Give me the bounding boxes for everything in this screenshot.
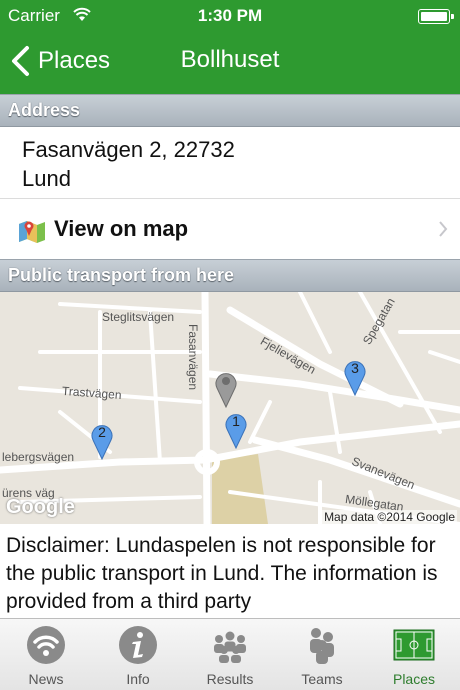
group-icon bbox=[214, 631, 246, 663]
section-header-address: Address bbox=[0, 94, 460, 127]
battery-icon bbox=[418, 9, 454, 24]
section-header-label: Public transport from here bbox=[8, 265, 235, 285]
chevron-right-icon bbox=[439, 221, 448, 237]
transit-stop-pin-1[interactable]: 1 bbox=[223, 409, 249, 450]
tab-teams[interactable]: Teams bbox=[276, 619, 368, 690]
top-bar: Carrier 1:30 PM Places Bollhuset bbox=[0, 0, 460, 94]
pin-number: 1 bbox=[232, 413, 240, 429]
transit-stop-pin-3[interactable]: 3 bbox=[342, 356, 368, 397]
tab-info[interactable]: Info bbox=[92, 619, 184, 690]
team-icon bbox=[310, 628, 334, 664]
tab-bar: News Info Results Teams Places bbox=[0, 618, 460, 690]
street-label: lebergsvägen bbox=[2, 450, 75, 464]
chevron-left-icon bbox=[12, 46, 29, 76]
navigation-bar: Places Bollhuset bbox=[0, 32, 460, 94]
back-button-label: Places bbox=[38, 47, 111, 74]
map-attribution[interactable]: Map data ©2014 Google bbox=[322, 510, 457, 524]
clock: 1:30 PM bbox=[197, 6, 263, 25]
status-bar: Carrier 1:30 PM bbox=[0, 0, 460, 32]
tab-places[interactable]: Places bbox=[368, 619, 460, 690]
street-label: Fasanvägen bbox=[186, 324, 200, 391]
pin-number: 3 bbox=[351, 360, 359, 376]
section-header-label: Address bbox=[8, 100, 81, 120]
tab-label: Info bbox=[126, 671, 150, 687]
info-icon bbox=[119, 626, 157, 664]
field-icon bbox=[393, 629, 435, 661]
tab-label: Teams bbox=[301, 671, 343, 687]
tab-results[interactable]: Results bbox=[184, 619, 276, 690]
map-streets bbox=[0, 292, 460, 524]
tab-label: Results bbox=[206, 671, 254, 687]
view-on-map-label: View on map bbox=[54, 216, 189, 241]
location-pin-icon[interactable] bbox=[213, 368, 239, 408]
address-cell: Fasanvägen 2, 22732 Lund bbox=[0, 127, 460, 199]
address-line-2: Lund bbox=[22, 166, 71, 191]
map-icon bbox=[19, 221, 45, 243]
tab-label: News bbox=[28, 671, 64, 687]
transport-map[interactable]: Steglitsvägen Fasanvägen Fjelievägen Tra… bbox=[0, 292, 460, 524]
wifi-broadcast-icon bbox=[27, 626, 65, 664]
view-on-map-button[interactable]: View on map bbox=[0, 200, 460, 259]
pin-number: 2 bbox=[98, 424, 106, 440]
address-line-1: Fasanvägen 2, 22732 bbox=[22, 137, 235, 162]
back-button[interactable]: Places bbox=[10, 44, 110, 78]
tab-news[interactable]: News bbox=[0, 619, 92, 690]
street-label: Steglitsvägen bbox=[102, 310, 175, 324]
transit-stop-pin-2[interactable]: 2 bbox=[89, 420, 115, 461]
section-header-transport: Public transport from here bbox=[0, 259, 460, 292]
google-logo: Google bbox=[6, 496, 75, 518]
tab-label: Places bbox=[392, 671, 436, 687]
disclaimer-text: Disclaimer: Lundaspelen is not responsib… bbox=[6, 534, 438, 613]
